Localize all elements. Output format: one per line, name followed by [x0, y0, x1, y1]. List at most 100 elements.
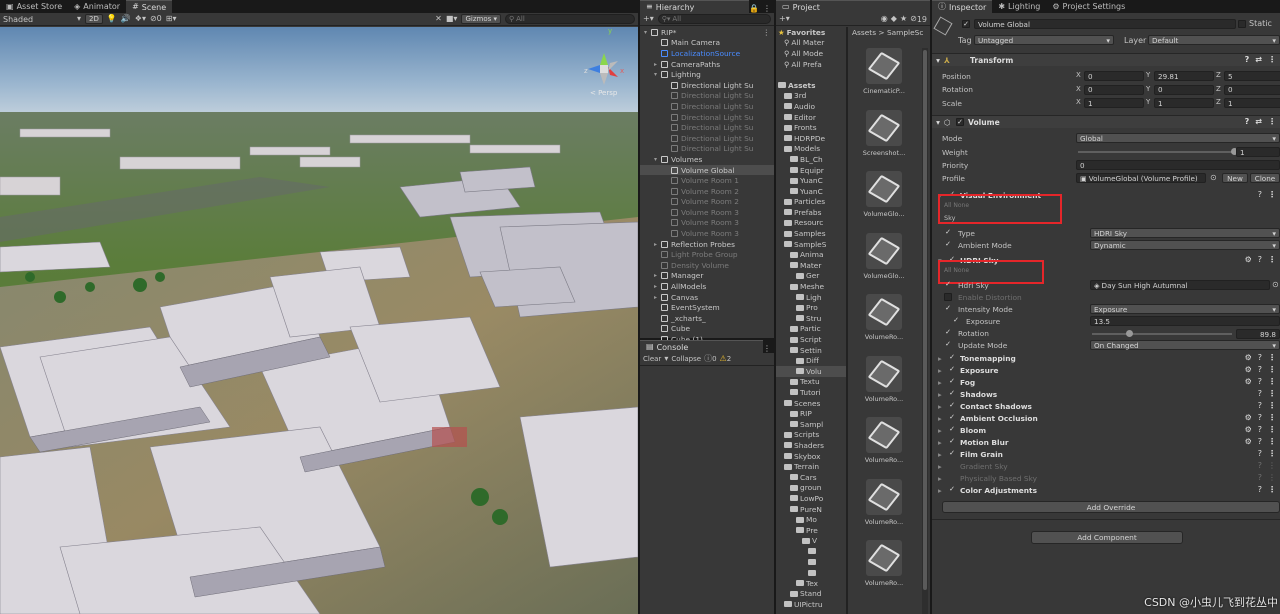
- collapsed-triangle-icon[interactable]: ▸: [654, 241, 661, 248]
- help-icon[interactable]: ?: [1258, 191, 1262, 199]
- project-tree-item[interactable]: Samples: [776, 228, 846, 239]
- more-icon[interactable]: ⋮: [1268, 118, 1276, 126]
- project-tree-item[interactable]: Prefabs: [776, 207, 846, 218]
- more-icon[interactable]: ⋮: [1268, 474, 1276, 482]
- hierarchy-item[interactable]: ▸ CameraPaths: [640, 59, 774, 70]
- weight-field[interactable]: 1: [1236, 147, 1280, 157]
- scene-viewport[interactable]: y z x < Persp: [0, 27, 638, 614]
- transform-header[interactable]: ▾ ⅄ Transform? ⇄ ⋮: [932, 53, 1280, 66]
- preset-icon[interactable]: ⚙: [1245, 414, 1252, 422]
- override-item[interactable]: ▸ ✓ Fog ⚙? ⋮: [938, 376, 1276, 388]
- project-tree-item[interactable]: Mater: [776, 260, 846, 271]
- hierarchy-item[interactable]: ▾ Volumes: [640, 154, 774, 165]
- project-tree-item[interactable]: Fronts: [776, 122, 846, 133]
- static-checkbox[interactable]: [1238, 19, 1246, 28]
- project-tree-item[interactable]: Scripts: [776, 430, 846, 441]
- project-tree-item[interactable]: [776, 546, 846, 557]
- more-icon[interactable]: ⋮: [1268, 378, 1276, 386]
- project-tree-item[interactable]: Ligh: [776, 292, 846, 303]
- more-icon[interactable]: ⋮: [763, 28, 770, 37]
- hierarchy-item[interactable]: Volume Room 1: [640, 175, 774, 186]
- filter-type-icon[interactable]: ◉: [881, 15, 888, 23]
- help-icon[interactable]: ?: [1258, 474, 1262, 482]
- override-checkbox[interactable]: ✓: [948, 450, 956, 458]
- help-icon[interactable]: ?: [1258, 462, 1262, 470]
- tab-project-settings[interactable]: ⚙ Project Settings: [1046, 0, 1131, 13]
- project-tree-item[interactable]: Meshe: [776, 281, 846, 292]
- hierarchy-item[interactable]: Volume Room 3: [640, 228, 774, 239]
- project-tree-item[interactable]: Terrain: [776, 461, 846, 472]
- transform-x-field[interactable]: 1: [1084, 98, 1144, 108]
- gizmos-dropdown[interactable]: Gizmos ▾: [461, 14, 501, 24]
- asset-tile[interactable]: VolumeGlo...: [858, 232, 910, 280]
- override-checkbox[interactable]: ✓: [944, 329, 952, 337]
- asset-tile[interactable]: Screenshot...: [858, 109, 910, 157]
- more-icon[interactable]: ⋮: [1268, 414, 1276, 422]
- collapse-button[interactable]: Collapse: [671, 355, 701, 363]
- warning-filter[interactable]: ⚠ 2: [720, 355, 732, 364]
- project-tree-item[interactable]: ⚲ All Prefa: [776, 59, 846, 70]
- project-tree-item[interactable]: Pro: [776, 302, 846, 313]
- tools-icon[interactable]: ✕: [435, 15, 442, 23]
- static-toggle[interactable]: Static: [1238, 19, 1272, 28]
- preset-icon[interactable]: ⚙: [1245, 378, 1252, 386]
- help-icon[interactable]: ?: [1258, 354, 1262, 362]
- preset-icon[interactable]: ⚙: [1245, 256, 1252, 264]
- project-tree-item[interactable]: groun: [776, 483, 846, 494]
- help-icon[interactable]: ?: [1258, 486, 1262, 494]
- override-checkbox[interactable]: [948, 474, 956, 482]
- project-tree-item[interactable]: UIPictru: [776, 599, 846, 610]
- transform-z-field[interactable]: 0: [1224, 84, 1280, 95]
- asset-tile[interactable]: CinematicP...: [858, 48, 910, 95]
- preset-icon[interactable]: ⚙: [1245, 366, 1252, 374]
- project-tree-item[interactable]: Resourc: [776, 218, 846, 229]
- project-tree-item[interactable]: V: [776, 536, 846, 547]
- more-icon[interactable]: ⋮: [1268, 426, 1276, 434]
- hierarchy-item[interactable]: Directional Light Su: [640, 133, 774, 144]
- clone-profile-button[interactable]: Clone: [1250, 173, 1280, 183]
- exposure-field[interactable]: 13.5: [1090, 316, 1280, 326]
- project-tree-item[interactable]: [776, 557, 846, 568]
- project-tree-item[interactable]: PureN: [776, 504, 846, 515]
- hierarchy-item[interactable]: Volume Room 3: [640, 218, 774, 229]
- hierarchy-item[interactable]: Directional Light Su: [640, 122, 774, 133]
- preset-icon[interactable]: ⇄: [1255, 56, 1262, 64]
- tab-animator[interactable]: ◈ Animator: [68, 0, 126, 13]
- override-item[interactable]: ▸ ✓ Shadows? ⋮: [938, 388, 1276, 400]
- project-tree-item[interactable]: Particles: [776, 197, 846, 208]
- transform-x-field[interactable]: 0: [1084, 84, 1144, 95]
- collapsed-triangle-icon[interactable]: ▾: [644, 29, 651, 36]
- transform-y-field[interactable]: 29.81: [1154, 71, 1214, 81]
- project-tree-item[interactable]: Equipr: [776, 165, 846, 176]
- help-icon[interactable]: ?: [1258, 378, 1262, 386]
- hierarchy-item[interactable]: Light Probe Group: [640, 249, 774, 260]
- asset-tile[interactable]: VolumeRo...: [858, 540, 910, 587]
- project-tree-item[interactable]: Volu: [776, 366, 846, 377]
- override-checkbox[interactable]: ✓: [944, 305, 952, 313]
- hierarchy-item[interactable]: Density Volume: [640, 260, 774, 271]
- hierarchy-item[interactable]: ▸ AllModels: [640, 281, 774, 292]
- weight-slider[interactable]: [1078, 148, 1238, 155]
- profile-field[interactable]: ▣ VolumeGlobal (Volume Profile): [1076, 173, 1206, 183]
- shading-dropdown[interactable]: Shaded ▾: [3, 15, 81, 24]
- transform-y-field[interactable]: 1: [1154, 98, 1214, 108]
- collapsed-triangle-icon[interactable]: ▸: [654, 272, 661, 279]
- override-checkbox[interactable]: ✓: [948, 438, 956, 446]
- volume-enabled-checkbox[interactable]: ✓: [956, 118, 964, 126]
- transform-z-field[interactable]: 1: [1224, 98, 1280, 108]
- project-tree-item[interactable]: [776, 69, 846, 80]
- asset-tile[interactable]: VolumeRo...: [858, 294, 910, 341]
- expanded-triangle-icon[interactable]: ▾: [654, 71, 661, 78]
- tab-asset-store[interactable]: ▣ Asset Store: [0, 0, 68, 13]
- more-icon[interactable]: ⋮: [1268, 402, 1276, 410]
- hierarchy-item[interactable]: ▸ Canvas: [640, 292, 774, 303]
- filter-label-icon[interactable]: ◆: [891, 15, 897, 23]
- project-tree-item[interactable]: Script: [776, 334, 846, 345]
- mode-dropdown[interactable]: Global ▾: [1076, 133, 1280, 143]
- override-checkbox[interactable]: ✓: [944, 281, 952, 289]
- project-tree-item[interactable]: Textu: [776, 377, 846, 388]
- project-tree-item[interactable]: Shaders: [776, 440, 846, 451]
- hierarchy-item[interactable]: Volume Room 2: [640, 186, 774, 197]
- hierarchy-item[interactable]: Directional Light Su: [640, 91, 774, 102]
- more-icon[interactable]: ⋮: [1268, 450, 1276, 458]
